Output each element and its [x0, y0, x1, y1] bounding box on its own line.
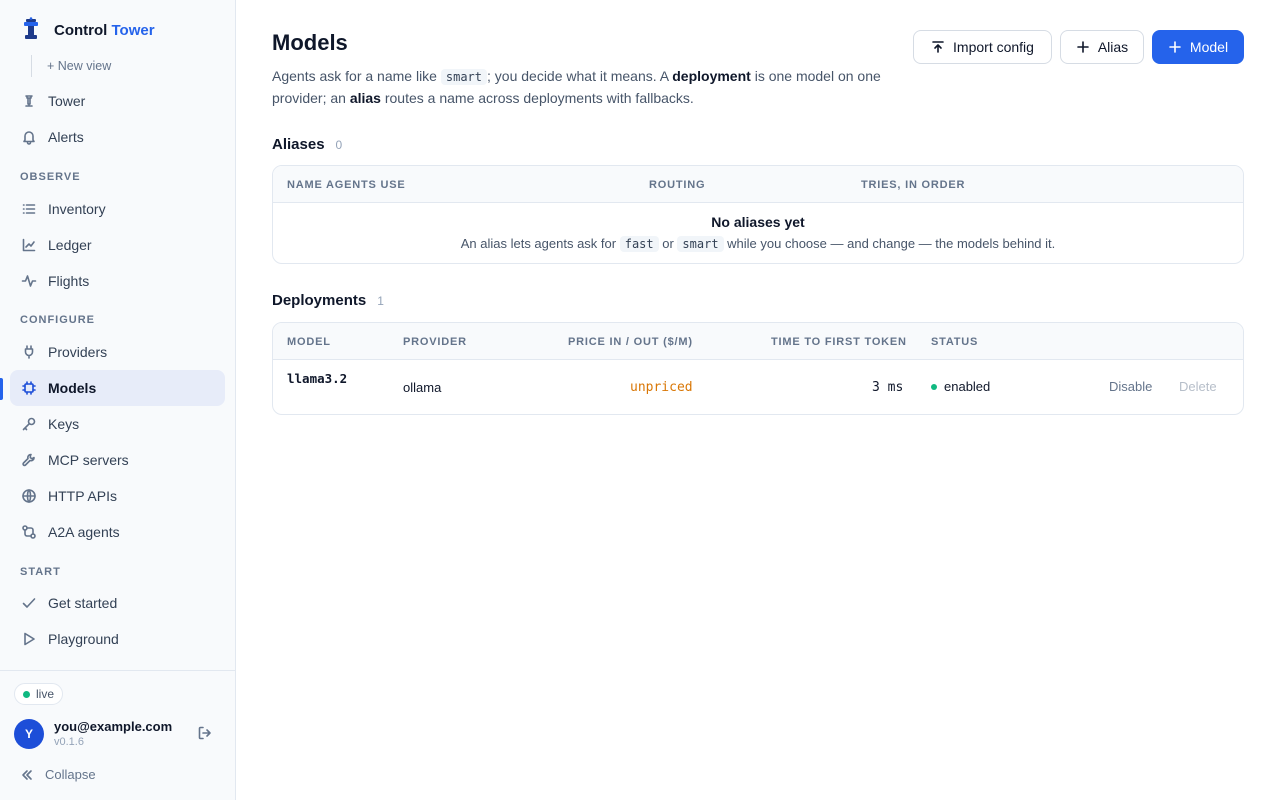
- column-header: NAME AGENTS USE: [287, 179, 406, 191]
- tower-logo-icon: [20, 16, 42, 44]
- sidebar-item-get-started[interactable]: Get started: [10, 585, 225, 621]
- bell-icon: [20, 128, 38, 146]
- section-label-start: START: [20, 566, 61, 578]
- add-alias-button[interactable]: Alias: [1060, 30, 1144, 64]
- page-title: Models: [272, 30, 348, 55]
- model-name[interactable]: llama3.2: [287, 371, 347, 386]
- tower-icon: [20, 92, 38, 110]
- delete-button[interactable]: Delete: [1179, 379, 1217, 394]
- sidebar-item-ledger[interactable]: Ledger: [10, 227, 225, 263]
- user-email: you@example.com: [54, 719, 173, 734]
- list-icon: [20, 200, 38, 218]
- collapse-button[interactable]: Collapse: [20, 767, 96, 782]
- column-header: PROVIDER: [403, 336, 467, 348]
- provider-name: ollama: [403, 380, 442, 395]
- deployments-table-header: MODEL PROVIDER PRICE IN / OUT ($/M) TIME…: [273, 323, 1243, 360]
- chevrons-left-icon: [20, 768, 45, 782]
- status-badge: enabled: [931, 379, 990, 394]
- column-header: PRICE IN / OUT ($/M): [568, 336, 693, 348]
- key-icon: [20, 415, 38, 433]
- brand[interactable]: Control Tower: [20, 16, 155, 44]
- check-icon: [20, 594, 38, 612]
- status-dot-icon: [931, 383, 937, 390]
- sidebar-item-a2a-agents[interactable]: A2A agents: [10, 514, 225, 550]
- wrench-icon: [20, 451, 38, 469]
- play-icon: [20, 630, 38, 648]
- import-config-button[interactable]: Import config: [913, 30, 1052, 64]
- cpu-icon: [20, 379, 38, 397]
- add-model-button[interactable]: Model: [1152, 30, 1244, 64]
- agents-icon: [20, 523, 38, 541]
- aliases-table-header: NAME AGENTS USE ROUTING TRIES, IN ORDER: [273, 166, 1243, 203]
- column-header: MODEL: [287, 336, 331, 348]
- column-header: TRIES, IN ORDER: [861, 179, 966, 191]
- column-header: TIME TO FIRST TOKEN: [771, 336, 907, 348]
- active-indicator: [0, 378, 3, 400]
- deployments-table: MODEL PROVIDER PRICE IN / OUT ($/M) TIME…: [272, 322, 1244, 415]
- upload-icon: [931, 40, 953, 54]
- disable-button[interactable]: Disable: [1109, 379, 1152, 394]
- app-version: v0.1.6: [54, 736, 84, 748]
- plug-icon: [20, 343, 38, 361]
- sidebar-item-flights[interactable]: Flights: [10, 263, 225, 299]
- empty-state-description: An alias lets agents ask for fast or sma…: [460, 236, 1056, 252]
- line-chart-icon: [20, 236, 38, 254]
- empty-state-title: No aliases yet: [711, 214, 805, 230]
- sidebar-item-alerts[interactable]: Alerts: [10, 119, 225, 155]
- plus-icon: [1076, 40, 1098, 54]
- sidebar-item-playground[interactable]: Playground: [10, 621, 225, 657]
- sidebar-item-models[interactable]: Models: [10, 370, 225, 406]
- brand-name: Control Tower: [54, 21, 155, 39]
- deployments-heading: Deployments 1: [272, 292, 384, 309]
- plus-icon: [1168, 40, 1190, 54]
- column-header: ROUTING: [649, 179, 706, 191]
- price-value: unpriced: [630, 380, 693, 395]
- aliases-heading: Aliases 0: [272, 136, 343, 153]
- sidebar-item-tower[interactable]: Tower: [10, 83, 225, 119]
- aliases-table: NAME AGENTS USE ROUTING TRIES, IN ORDER …: [272, 165, 1244, 264]
- sidebar-item-providers[interactable]: Providers: [10, 334, 225, 370]
- avatar[interactable]: Y: [14, 719, 44, 749]
- ttft-value: 3 ms: [872, 380, 904, 395]
- sidebar-footer: live Y you@example.com v0.1.6 Collapse: [0, 670, 235, 800]
- sidebar: Control Tower + New view Tower Alerts OB…: [0, 0, 236, 800]
- sidebar-item-keys[interactable]: Keys: [10, 406, 225, 442]
- live-status-badge: live: [14, 683, 64, 705]
- section-label-observe: OBSERVE: [20, 171, 81, 183]
- column-header: STATUS: [931, 336, 979, 348]
- new-view-link[interactable]: + New view: [31, 55, 111, 77]
- aliases-count: 0: [335, 138, 343, 152]
- globe-icon: [20, 487, 38, 505]
- sidebar-item-inventory[interactable]: Inventory: [10, 191, 225, 227]
- activity-icon: [20, 272, 38, 290]
- page-description: Agents ask for a name like smart; you de…: [272, 68, 881, 106]
- deployments-count: 1: [377, 294, 384, 308]
- sidebar-item-http-apis[interactable]: HTTP APIs: [10, 478, 225, 514]
- live-dot-icon: [23, 690, 30, 698]
- section-label-configure: CONFIGURE: [20, 314, 95, 326]
- sidebar-item-mcp-servers[interactable]: MCP servers: [10, 442, 225, 478]
- logout-icon[interactable]: [197, 725, 215, 743]
